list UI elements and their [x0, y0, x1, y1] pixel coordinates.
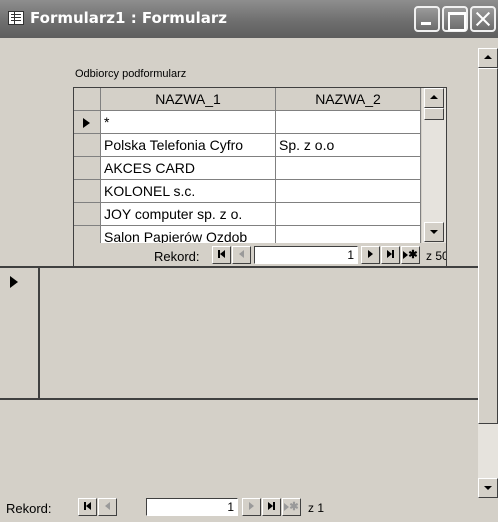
previous-record-button[interactable] — [232, 246, 251, 264]
scroll-down-button[interactable] — [478, 478, 498, 498]
new-record-button[interactable]: ✱ — [282, 498, 301, 516]
last-record-button[interactable] — [262, 498, 281, 516]
maximize-button[interactable] — [442, 6, 468, 32]
record-label: Rekord: — [6, 501, 52, 516]
subform-scrollbar[interactable] — [422, 88, 446, 243]
new-record-icon: ✱ — [403, 249, 418, 261]
form-window-icon[interactable] — [8, 11, 24, 25]
subform-label: Odbiorcy podformularz — [75, 68, 187, 80]
scroll-up-button[interactable] — [424, 88, 444, 108]
first-record-icon — [84, 501, 91, 512]
record-count: z 1 — [308, 501, 325, 515]
form-client-area: Odbiorcy podformularz NAZWA_1 NAZWA_2 * — [0, 38, 498, 522]
last-record-icon — [268, 501, 275, 512]
row-selector[interactable] — [74, 134, 101, 157]
table-cell[interactable] — [276, 157, 421, 180]
table-cell[interactable]: KOLONEL s.c. — [101, 180, 276, 203]
subform-control[interactable]: NAZWA_1 NAZWA_2 * Polska Telefonia Cyfro… — [73, 87, 447, 267]
arrow-up-icon — [484, 55, 492, 59]
close-button[interactable] — [470, 6, 496, 32]
row-selector[interactable] — [74, 226, 101, 243]
first-record-button[interactable] — [212, 246, 231, 264]
form-scrollbar[interactable] — [478, 48, 498, 498]
minimize-button[interactable] — [414, 6, 440, 32]
current-record-icon — [83, 118, 90, 128]
arrow-down-icon — [430, 230, 438, 234]
previous-record-icon — [105, 502, 110, 511]
current-record-icon — [10, 276, 18, 288]
table-cell[interactable]: Polska Telefonia Cyfro — [101, 134, 276, 157]
scroll-thumb[interactable] — [478, 68, 498, 424]
last-record-button[interactable] — [381, 246, 400, 264]
arrow-down-icon — [484, 486, 492, 490]
first-record-button[interactable] — [78, 498, 97, 516]
table-row[interactable]: AKCES CARD — [74, 157, 421, 180]
record-label: Rekord: — [154, 249, 200, 264]
row-selector[interactable] — [74, 203, 101, 226]
scroll-up-button[interactable] — [478, 48, 498, 68]
column-header-nazwa-2[interactable]: NAZWA_2 — [276, 88, 421, 111]
table-cell[interactable] — [276, 111, 421, 134]
table-row[interactable]: Polska Telefonia Cyfro Sp. z o.o — [74, 134, 421, 157]
next-record-icon — [368, 250, 373, 259]
window-title: Formularz1 : Formularz — [30, 9, 227, 27]
table-cell[interactable] — [276, 180, 421, 203]
new-record-button[interactable]: ✱ — [401, 246, 420, 264]
row-selector[interactable] — [74, 111, 101, 134]
datasheet-header-row: NAZWA_1 NAZWA_2 — [74, 88, 421, 111]
scroll-thumb[interactable] — [424, 108, 444, 120]
table-cell[interactable]: Sp. z o.o — [276, 134, 421, 157]
scroll-down-button[interactable] — [424, 222, 444, 242]
record-number-field[interactable]: 1 — [254, 246, 358, 264]
form-window: Formularz1 : Formularz Odbiorcy podformu… — [0, 0, 498, 522]
new-record-row[interactable]: * — [74, 111, 421, 134]
table-cell[interactable] — [276, 226, 421, 243]
first-record-icon — [218, 249, 225, 260]
record-count: z 50 — [426, 249, 447, 263]
row-selector[interactable] — [74, 180, 101, 203]
table-cell[interactable]: AKCES CARD — [101, 157, 276, 180]
previous-record-button[interactable] — [98, 498, 117, 516]
title-bar[interactable]: Formularz1 : Formularz — [0, 0, 498, 38]
select-all-corner[interactable] — [74, 88, 101, 111]
last-record-icon — [387, 249, 394, 260]
section-divider — [0, 398, 478, 400]
table-row[interactable]: JOY computer sp. z o. — [74, 203, 421, 226]
column-header-nazwa-1[interactable]: NAZWA_1 — [101, 88, 276, 111]
row-selector[interactable] — [74, 157, 101, 180]
record-selector[interactable] — [0, 268, 40, 398]
table-cell[interactable]: JOY computer sp. z o. — [101, 203, 276, 226]
next-record-button[interactable] — [242, 498, 261, 516]
arrow-up-icon — [430, 95, 438, 99]
subform-record-navigator: Rekord: 1 ✱ z 50 — [154, 246, 447, 266]
table-cell[interactable]: Salon Papierów Ozdob — [101, 226, 276, 243]
new-record-icon: ✱ — [284, 501, 299, 513]
form-record-navigator: Rekord: 1 ✱ z 1 — [6, 498, 476, 518]
table-cell[interactable] — [276, 203, 421, 226]
table-row[interactable]: KOLONEL s.c. — [74, 180, 421, 203]
next-record-icon — [249, 502, 254, 511]
previous-record-icon — [239, 250, 244, 259]
table-row[interactable]: Salon Papierów Ozdob — [74, 226, 421, 243]
record-number-field[interactable]: 1 — [146, 498, 238, 516]
subform-datasheet: NAZWA_1 NAZWA_2 * Polska Telefonia Cyfro… — [74, 88, 421, 243]
form-header-section: Odbiorcy podformularz NAZWA_1 NAZWA_2 * — [0, 48, 478, 268]
next-record-button[interactable] — [361, 246, 380, 264]
form-detail-section — [0, 268, 478, 498]
new-record-marker[interactable]: * — [101, 111, 276, 134]
